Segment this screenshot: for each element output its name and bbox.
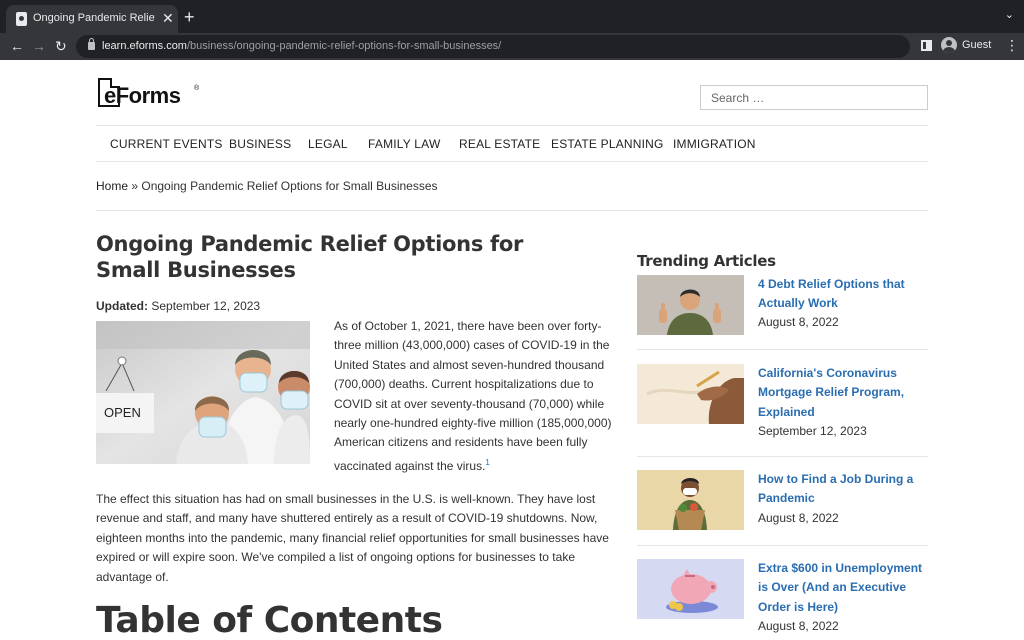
intro-text: As of October 1, 2021, there have been o… [334, 319, 612, 473]
tab-title: Ongoing Pandemic Relief Options for Smal… [33, 12, 155, 24]
article-paragraph: The effect this situation has had on sma… [96, 492, 609, 584]
reload-button[interactable]: ↻ [55, 37, 67, 55]
browser-tab[interactable]: Ongoing Pandemic Relief Options for Smal… [6, 5, 178, 33]
search-input[interactable] [700, 85, 928, 110]
trending-article-link[interactable]: How to Find a Job During a Pandemic [758, 470, 930, 509]
logo-registered-mark: ® [194, 85, 200, 92]
updated-line: Updated: September 12, 2023 [96, 299, 260, 313]
trending-article-date: August 8, 2022 [758, 511, 839, 525]
breadcrumb: Home » Ongoing Pandemic Relief Options f… [96, 179, 438, 193]
nav-business[interactable]: BUSINESS [229, 137, 291, 151]
updated-label: Updated: [96, 299, 148, 313]
logo-text: eForms [104, 83, 181, 108]
hero-open-sign-text: OPEN [104, 405, 141, 420]
nav-family-law[interactable]: FAMILY LAW [368, 137, 440, 151]
profile-label[interactable]: Guest [962, 39, 991, 51]
breadcrumb-current: Ongoing Pandemic Relief Options for Smal… [141, 179, 438, 193]
guest-avatar-icon[interactable] [941, 37, 957, 53]
piggy-bank-thumbnail[interactable] [637, 559, 744, 619]
person-with-groceries-thumbnail[interactable] [637, 470, 744, 530]
nav-real-estate[interactable]: REAL ESTATE [459, 137, 540, 151]
breadcrumb-home-link[interactable]: Home [96, 179, 128, 193]
updated-date: September 12, 2023 [151, 299, 261, 313]
nav-legal[interactable]: LEGAL [308, 137, 348, 151]
page-favicon-icon [16, 12, 27, 26]
trending-article-link[interactable]: 4 Debt Relief Options that Actually Work [758, 275, 930, 314]
hand-with-pen-thumbnail[interactable] [637, 364, 744, 424]
divider [96, 210, 928, 211]
trending-article-link[interactable]: Extra $600 in Unemployment is Over (And … [758, 559, 930, 617]
new-tab-button[interactable]: + [184, 6, 195, 28]
footnote-link[interactable]: 1 [485, 458, 489, 467]
side-panel-icon[interactable] [921, 40, 932, 51]
url-host: learn.eforms.com [102, 40, 187, 52]
breadcrumb-separator: » [128, 179, 142, 193]
trending-article-date: August 8, 2022 [758, 619, 839, 633]
table-of-contents-heading: Table of Contents [96, 600, 443, 640]
trending-article-date: August 8, 2022 [758, 315, 839, 329]
main-navigation: CURRENT EVENTS BUSINESS LEGAL FAMILY LAW… [96, 125, 928, 162]
browser-tab-strip: Ongoing Pandemic Relief Options for Smal… [0, 0, 1024, 33]
trending-article-date: September 12, 2023 [758, 424, 867, 438]
url-text[interactable]: learn.eforms.com/business/ongoing-pandem… [102, 40, 501, 52]
article-intro-paragraph: As of October 1, 2021, there have been o… [334, 317, 616, 476]
nav-estate-planning[interactable]: ESTATE PLANNING [551, 137, 664, 151]
divider [637, 545, 928, 546]
tab-search-chevron-icon[interactable]: ⌄ [1005, 8, 1014, 21]
close-tab-icon[interactable]: ✕ [162, 10, 174, 26]
divider [637, 456, 928, 457]
lock-icon[interactable] [88, 38, 95, 50]
address-bar[interactable]: learn.eforms.com/business/ongoing-pandem… [76, 35, 910, 58]
back-button[interactable]: ← [10, 37, 24, 55]
article-hero-image: OPEN [96, 321, 310, 464]
trending-article-link[interactable]: California's Coronavirus Mortgage Relief… [758, 364, 930, 422]
browser-toolbar: ← → ↻ learn.eforms.com/business/ongoing-… [0, 33, 1024, 60]
article-title: Ongoing Pandemic Relief Options for Smal… [96, 232, 524, 282]
browser-menu-icon[interactable]: ⋮ [1005, 36, 1019, 54]
nav-immigration[interactable]: IMMIGRATION [673, 137, 756, 151]
forward-button[interactable]: → [32, 37, 46, 55]
trending-articles-heading: Trending Articles [637, 252, 776, 270]
nav-current-events[interactable]: CURRENT EVENTS [110, 137, 223, 151]
divider [637, 349, 928, 350]
thumbs-up-man-thumbnail[interactable] [637, 275, 744, 335]
url-path: /business/ongoing-pandemic-relief-option… [186, 40, 502, 52]
